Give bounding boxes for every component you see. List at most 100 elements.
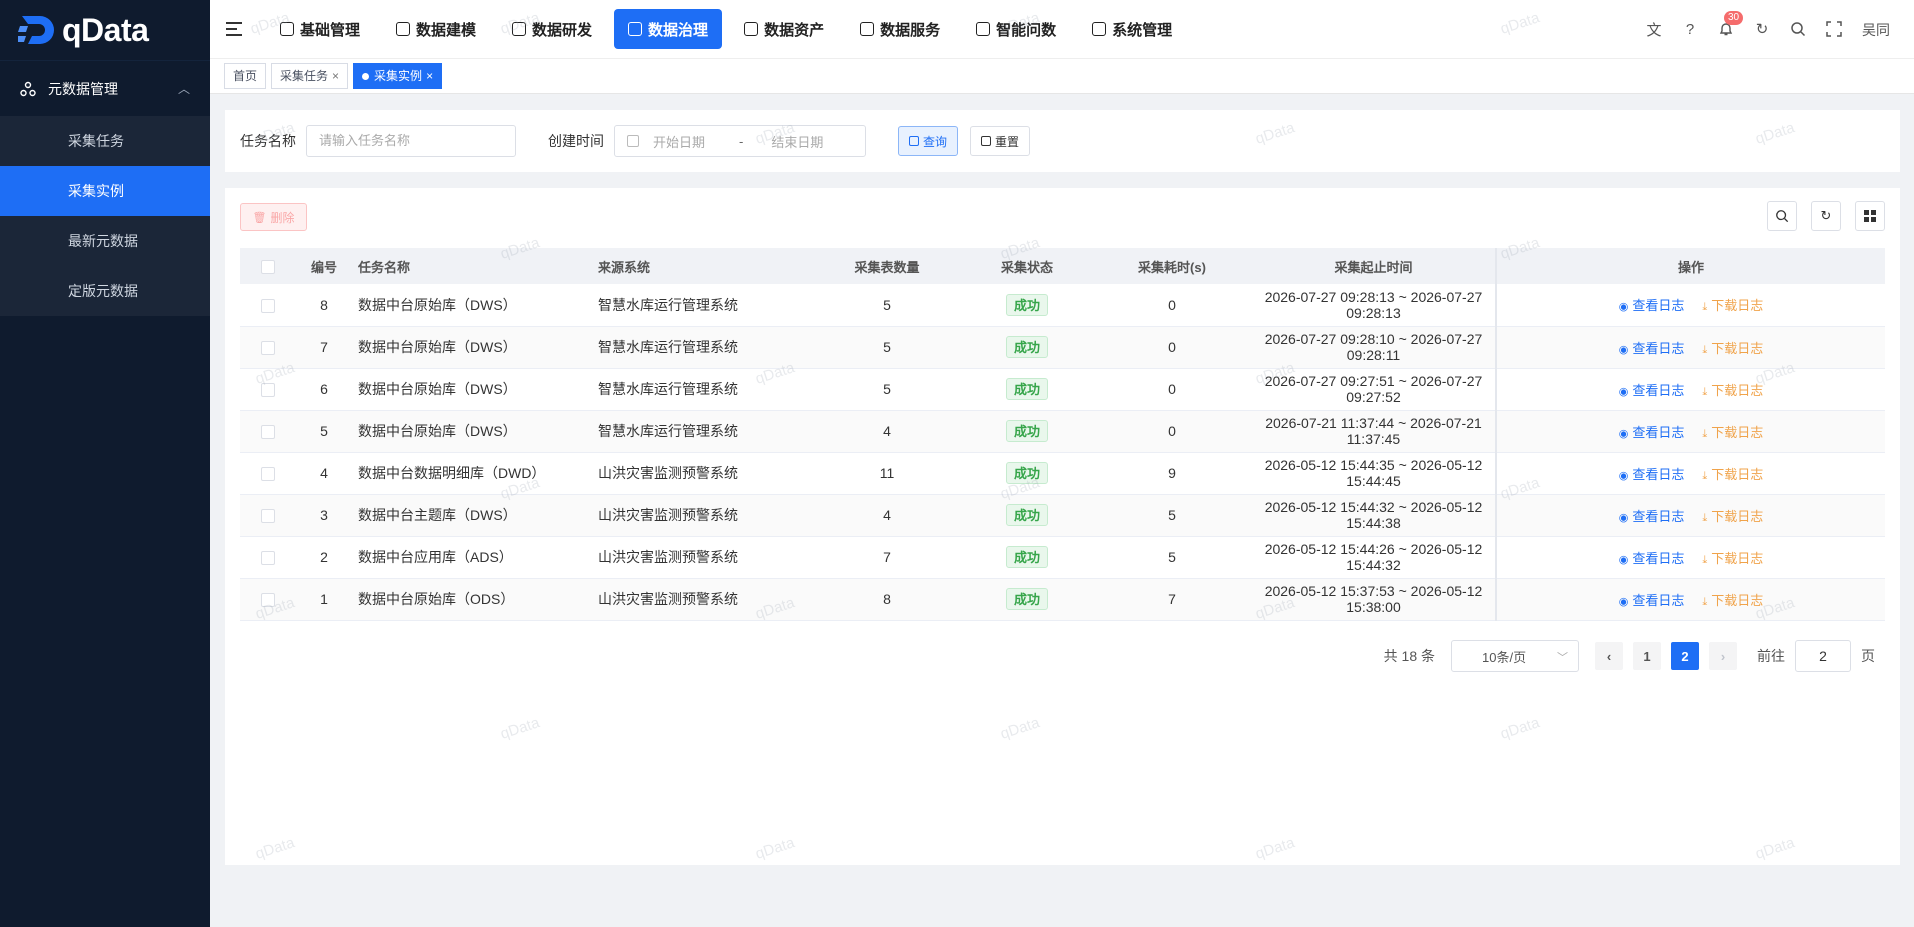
top-nav-basic[interactable]: 基础管理 [266, 9, 374, 49]
end-date-input[interactable]: 结束日期 [771, 132, 823, 151]
table-count-cell: 11 [812, 452, 962, 495]
column-header: 任务名称 [352, 248, 592, 284]
status-cell: 成功 [962, 326, 1092, 369]
operations-cell: ◉ 查看日志 ⤓ 下载日志 [1495, 536, 1885, 579]
download-log-link[interactable]: ⤓ 下载日志 [1702, 551, 1763, 566]
user-name[interactable]: 吴同 [1862, 20, 1890, 40]
task-name-cell: 数据中台原始库（DWS） [352, 284, 592, 327]
row-checkbox[interactable] [261, 593, 275, 608]
logo[interactable]: qData [0, 0, 210, 60]
sidebar-item-collect-task[interactable]: 采集任务 [0, 116, 210, 166]
row-checkbox[interactable] [261, 467, 275, 482]
tabs-bar: 首页 采集任务 × 采集实例 × [210, 58, 1914, 94]
top-nav-modeling[interactable]: 数据建模 [382, 9, 490, 49]
top-nav-assets[interactable]: 数据资产 [730, 9, 838, 49]
query-button[interactable]: 查询 [898, 126, 959, 156]
row-checkbox[interactable] [261, 551, 275, 566]
download-log-link[interactable]: ⤓ 下载日志 [1702, 467, 1763, 482]
row-checkbox[interactable] [261, 298, 275, 313]
top-nav-label: 数据治理 [648, 21, 709, 39]
row-checkbox[interactable] [261, 425, 275, 440]
select-all-checkbox[interactable] [261, 259, 275, 274]
view-log-link[interactable]: ◉ 查看日志 [1619, 341, 1685, 356]
time-range-cell: 2026-07-21 11:37:44 ~ 2026-07-21 11:37:4… [1252, 410, 1496, 453]
sidebar-group-metadata[interactable]: 元数据管理 ︿ [0, 60, 210, 116]
row-select-cell [240, 536, 296, 579]
top-nav-label: 数据建模 [416, 21, 477, 39]
total-count: 共 18 条 [1383, 648, 1435, 664]
top-nav-label: 智能问数 [996, 21, 1057, 39]
help-icon[interactable]: ? [1680, 19, 1700, 39]
pagination: 共 18 条 10条/页 ﹀ ‹ 1 2 › 前往 2 页 [1384, 640, 1875, 672]
id-cell: 1 [296, 578, 352, 621]
sidebar-item-latest-metadata[interactable]: 最新元数据 [0, 216, 210, 266]
view-log-link[interactable]: ◉ 查看日志 [1619, 298, 1685, 313]
main-content: 🗑 删除 ↻ 编号 任务名称 来源系统 采集表数量 采集状态 采集耗时(s) 采集… [225, 188, 1900, 865]
time-range-cell: 2026-07-27 09:28:13 ~ 2026-07-27 09:28:1… [1252, 284, 1496, 327]
download-log-link[interactable]: ⤓ 下载日志 [1702, 298, 1763, 313]
reset-button[interactable]: 重置 [970, 126, 1031, 156]
refresh-icon[interactable]: ↻ [1752, 19, 1772, 39]
delete-button[interactable]: 🗑 删除 [240, 203, 307, 231]
settings-icon [1092, 22, 1107, 36]
start-date-input[interactable]: 开始日期 [653, 132, 705, 151]
table-count-cell: 7 [812, 536, 962, 579]
row-checkbox[interactable] [261, 509, 275, 524]
download-log-link[interactable]: ⤓ 下载日志 [1702, 425, 1763, 440]
columns-button[interactable] [1855, 201, 1885, 231]
table-row: 2 数据中台应用库（ADS） 山洪灾害监测预警系统 7 成功 5 2026-05-12 15… [240, 536, 1885, 579]
view-log-label: 查看日志 [1632, 550, 1685, 566]
row-checkbox[interactable] [261, 341, 275, 356]
next-page-button[interactable]: › [1709, 642, 1737, 670]
page-size-select[interactable]: 10条/页 ﹀ [1451, 640, 1579, 672]
top-nav-ai-query[interactable]: 智能问数 [962, 9, 1070, 49]
top-icons: 文 ? 30 ↻ [1628, 0, 1844, 58]
top-nav-system[interactable]: 系统管理 [1078, 9, 1186, 49]
column-header: 采集状态 [962, 248, 1092, 284]
view-log-link[interactable]: ◉ 查看日志 [1619, 383, 1685, 398]
row-checkbox[interactable] [261, 383, 275, 398]
fullscreen-icon[interactable] [1824, 19, 1844, 39]
view-log-link[interactable]: ◉ 查看日志 [1619, 509, 1685, 524]
close-icon[interactable]: × [332, 64, 339, 88]
task-name-input[interactable]: 请输入任务名称 [306, 125, 516, 157]
tab-home[interactable]: 首页 [224, 63, 267, 89]
sidebar-item-final-metadata[interactable]: 定版元数据 [0, 266, 210, 316]
bell-icon[interactable]: 30 [1716, 11, 1744, 39]
view-log-link[interactable]: ◉ 查看日志 [1619, 551, 1685, 566]
operations-cell: ◉ 查看日志 ⤓ 下载日志 [1495, 578, 1885, 621]
time-range-cell: 2026-05-12 15:37:53 ~ 2026-05-12 15:38:0… [1252, 578, 1496, 621]
top-nav-service[interactable]: 数据服务 [846, 9, 954, 49]
toggle-search-button[interactable] [1767, 201, 1797, 231]
refresh-table-button[interactable]: ↻ [1811, 201, 1841, 231]
download-log-link[interactable]: ⤓ 下载日志 [1702, 383, 1763, 398]
status-badge: 成功 [1005, 588, 1048, 610]
goto-page-input[interactable]: 2 [1795, 640, 1851, 672]
download-log-link[interactable]: ⤓ 下载日志 [1702, 509, 1763, 524]
search-icon[interactable] [1788, 19, 1808, 39]
operations-cell: ◉ 查看日志 ⤓ 下载日志 [1495, 284, 1885, 327]
view-log-link[interactable]: ◉ 查看日志 [1619, 593, 1685, 608]
table-count-cell: 4 [812, 410, 962, 453]
top-nav-dev[interactable]: 数据研发 [498, 9, 606, 49]
prev-page-button[interactable]: ‹ [1595, 642, 1623, 670]
download-log-link[interactable]: ⤓ 下载日志 [1702, 341, 1763, 356]
date-range-picker[interactable]: 开始日期 - 结束日期 [614, 125, 866, 157]
search-panel: 任务名称 请输入任务名称 创建时间 开始日期 - 结束日期 查询 重置 [225, 110, 1900, 172]
close-icon[interactable]: × [426, 64, 433, 88]
sidebar-item-collect-instance[interactable]: 采集实例 [0, 166, 210, 216]
table-row: 7 数据中台原始库（DWS） 智慧水库运行管理系统 5 成功 0 2026-07-27 09… [240, 326, 1885, 369]
top-nav-governance[interactable]: 数据治理 [614, 9, 723, 49]
collapse-menu-icon[interactable] [226, 21, 246, 37]
tab-collect-task[interactable]: 采集任务 × [271, 63, 349, 89]
tab-collect-instance[interactable]: 采集实例 × [353, 63, 443, 89]
source-system-cell: 智慧水库运行管理系统 [592, 284, 812, 327]
page-button[interactable]: 1 [1633, 642, 1661, 670]
page-button-current[interactable]: 2 [1671, 642, 1699, 670]
translate-icon[interactable]: 文 [1644, 19, 1664, 39]
download-log-link[interactable]: ⤓ 下载日志 [1702, 593, 1763, 608]
view-log-link[interactable]: ◉ 查看日志 [1619, 467, 1685, 482]
view-log-link[interactable]: ◉ 查看日志 [1619, 425, 1685, 440]
operations-cell: ◉ 查看日志 ⤓ 下载日志 [1495, 452, 1885, 495]
status-cell: 成功 [962, 536, 1092, 579]
